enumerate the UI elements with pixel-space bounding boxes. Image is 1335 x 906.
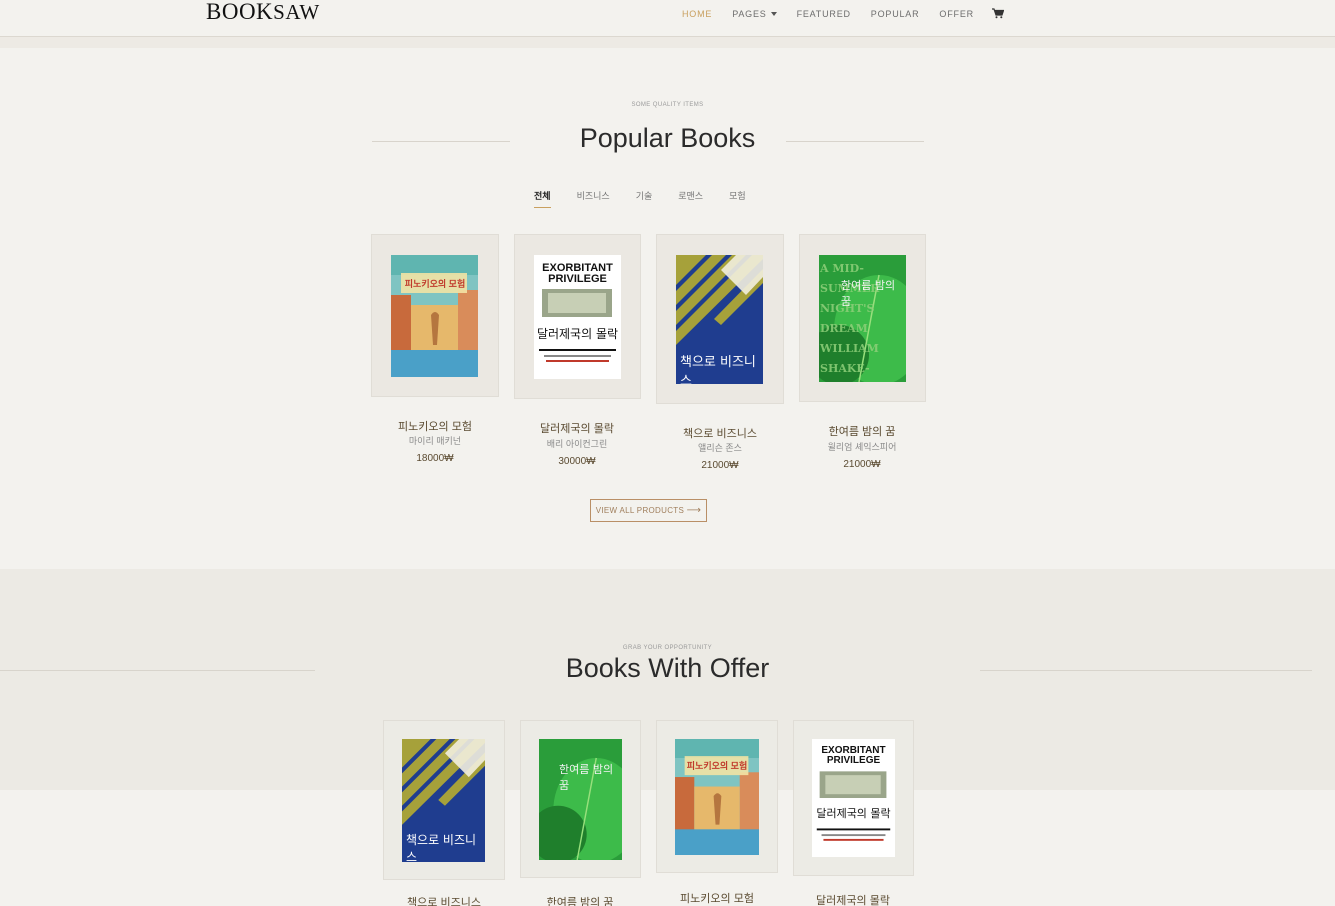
nav-pages-label: PAGES [732, 8, 767, 19]
offer-rule-right [980, 670, 1312, 671]
popular-title: Popular Books [579, 123, 756, 153]
header-band [0, 37, 1335, 48]
cover-korean-midsummer: 한여름 밤의 꿈 [841, 279, 896, 308]
cart-icon[interactable] [991, 8, 1004, 19]
nav-offer[interactable]: OFFER [939, 9, 974, 19]
main-nav: HOME PAGES FEATURED POPULAR OFFER [682, 8, 1004, 19]
view-all-label: VIEW ALL PRODUCTS [595, 506, 685, 515]
book-cover-business[interactable]: 책으로 비즈니스 [676, 255, 763, 384]
popular-kicker: SOME QUALITY ITEMS [631, 102, 704, 108]
view-all-products-button[interactable]: VIEW ALL PRODUCTS ⟶ [590, 499, 707, 522]
offer-title-dollar[interactable]: 달러제국의 몰락 [753, 892, 953, 906]
site-header: BOOKSAW HOME PAGES FEATURED POPULAR OFFE… [0, 0, 1335, 37]
tab-tech[interactable]: 기술 [636, 189, 653, 208]
logo-main: BOOK [206, 0, 274, 24]
nav-pages[interactable]: PAGES [732, 8, 777, 19]
category-tabs: 전체 비즈니스 기술 로맨스 모험 [534, 189, 772, 208]
cover-text-dollar: EXORBITANT PRIVILEGE [542, 262, 613, 285]
nav-popular[interactable]: POPULAR [871, 9, 920, 19]
offer-cover-text-business: 책으로 비즈니스 [406, 833, 477, 862]
tab-all[interactable]: 전체 [534, 189, 551, 208]
offer-kicker: GRAB YOUR OPPORTUNITY [622, 645, 713, 651]
book-price-midsummer: 21000₩ [843, 459, 881, 470]
tab-business[interactable]: 비즈니스 [577, 189, 610, 208]
cover-text-pinocchio: 피노키오의 모험 [404, 279, 466, 289]
offer-title: Books With Offer [565, 653, 770, 683]
cover-subtitle-dollar: 달러제국의 몰락 [536, 327, 619, 341]
tab-adventure[interactable]: 모험 [729, 189, 746, 208]
book-author-midsummer: 윌리엄 셰익스피어 [827, 442, 897, 452]
nav-home[interactable]: HOME [682, 9, 712, 19]
arrow-right-icon: ⟶ [686, 505, 702, 516]
offer-cover-text-dollar: EXORBITANT PRIVILEGE [821, 745, 886, 766]
cover-text-business: 책으로 비즈니스 [680, 355, 756, 384]
offer-cover-subtitle-dollar: 달러제국의 몰락 [816, 807, 891, 820]
tab-romance[interactable]: 로맨스 [678, 189, 703, 208]
book-title-midsummer[interactable]: 한여름 밤의 꿈 [762, 423, 962, 439]
logo[interactable]: BOOKSAW [206, 0, 320, 25]
nav-featured[interactable]: FEATURED [797, 9, 851, 19]
offer-cover-business[interactable]: 책으로 비즈니스 [402, 739, 485, 862]
book-cover-midsummer[interactable]: A MID-SUMMER NIGHT'S DREAM WILLIAM SHAKE… [819, 255, 906, 382]
offer-cover-text-pinocchio: 피노키오의 모험 [686, 761, 748, 771]
offer-cover-midsummer[interactable]: 한여름 밤의 꿈 [539, 739, 622, 860]
offer-cover-pinocchio[interactable]: 피노키오의 모험 [675, 739, 759, 855]
offer-cover-korean-midsummer: 한여름 밤의 꿈 [559, 763, 614, 792]
book-cover-dollar[interactable]: EXORBITANT PRIVILEGE 달러제국의 몰락 [534, 255, 621, 379]
offer-cover-dollar[interactable]: EXORBITANT PRIVILEGE 달러제국의 몰락 [812, 739, 895, 857]
logo-tail: SAW [273, 0, 320, 24]
caret-down-icon [770, 12, 777, 17]
book-cover-pinocchio[interactable]: 피노키오의 모험 [391, 255, 478, 377]
title-rule-right [786, 141, 924, 142]
